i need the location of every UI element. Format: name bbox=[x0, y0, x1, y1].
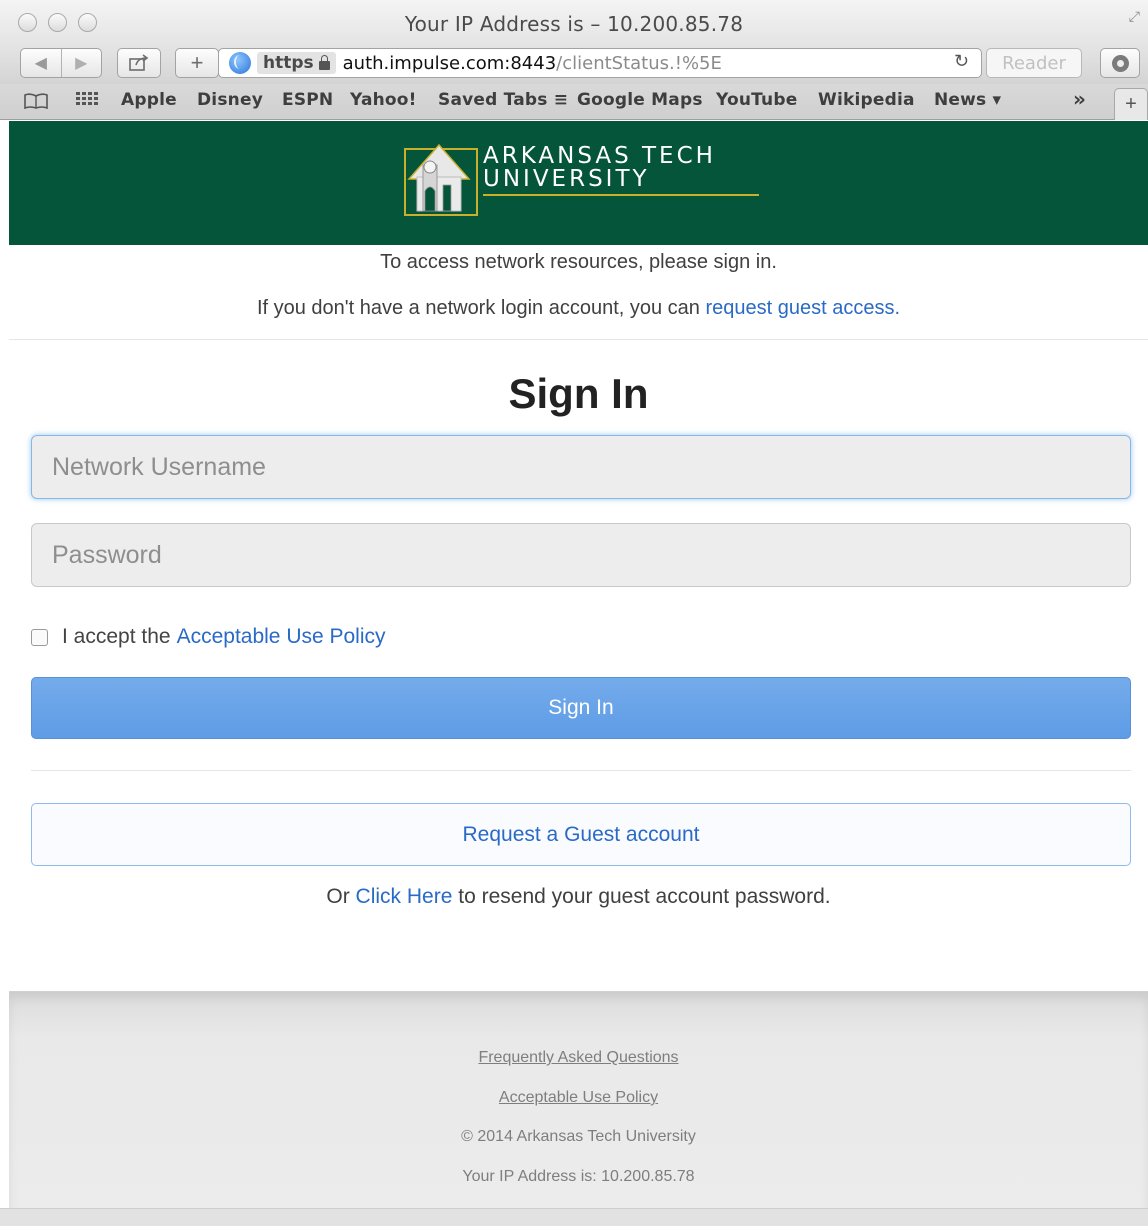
share-icon bbox=[129, 54, 149, 71]
sign-in-button[interactable]: Sign In bbox=[31, 677, 1131, 739]
reader-button[interactable]: Reader bbox=[986, 48, 1082, 78]
bookmark-apple[interactable]: Apple bbox=[121, 90, 177, 110]
acceptable-use-policy-link[interactable]: Acceptable Use Policy bbox=[177, 625, 386, 649]
bookmark-espn[interactable]: ESPN bbox=[282, 90, 333, 110]
divider bbox=[9, 339, 1148, 340]
page-footer: Frequently Asked Questions Acceptable Us… bbox=[9, 991, 1148, 1226]
bookmarks-overflow-icon[interactable]: » bbox=[1073, 87, 1086, 111]
username-input[interactable] bbox=[31, 435, 1131, 499]
accept-policy-row: I accept the Acceptable Use Policy bbox=[31, 623, 386, 651]
resend-password-text: Or Click Here to resend your guest accou… bbox=[9, 885, 1148, 909]
logo-line-1: ARKANSAS TECH bbox=[483, 143, 716, 169]
url-path: /clientStatus.!%5E bbox=[556, 52, 722, 74]
bookmarks-bar: Apple Disney ESPN Yahoo! Saved Tabs ≡ Go… bbox=[0, 84, 1148, 120]
window-title: Your IP Address is – 10.200.85.78 bbox=[404, 12, 744, 36]
footer-aup-row: Acceptable Use Policy bbox=[9, 1089, 1148, 1107]
guest-access-prefix: If you don't have a network login accoun… bbox=[256, 297, 706, 319]
url-host: auth.impulse.com:8443 bbox=[342, 52, 557, 74]
logo-wordmark: ARKANSAS TECH UNIVERSITY bbox=[483, 145, 716, 191]
password-input[interactable] bbox=[31, 523, 1131, 587]
resend-suffix: to resend your guest account password. bbox=[452, 885, 831, 908]
new-tab-button[interactable]: + bbox=[1114, 88, 1148, 120]
page-title: Sign In bbox=[508, 370, 649, 417]
logo-line-2: UNIVERSITY bbox=[483, 166, 650, 192]
bookmark-saved-tabs[interactable]: Saved Tabs ≡ bbox=[438, 90, 568, 110]
downloads-icon bbox=[1111, 54, 1129, 72]
downloads-button[interactable] bbox=[1100, 48, 1140, 78]
window-titlebar: Your IP Address is – 10.200.85.78 ⤢ bbox=[0, 0, 1148, 46]
share-button[interactable] bbox=[117, 48, 161, 78]
address-bar[interactable]: https auth.impulse.com:8443 /clientStatu… bbox=[218, 48, 982, 78]
https-label: https bbox=[263, 53, 314, 73]
intro-text: To access network resources, please sign… bbox=[380, 251, 777, 273]
accept-policy-checkbox[interactable] bbox=[31, 628, 48, 646]
back-forward-group: ◀ ▶ bbox=[20, 48, 102, 78]
forward-icon[interactable]: ▶ bbox=[61, 53, 101, 73]
lock-icon bbox=[318, 54, 330, 70]
click-here-link[interactable]: Click Here bbox=[356, 885, 453, 908]
bookmark-news[interactable]: News ▾ bbox=[934, 90, 1001, 110]
https-indicator: https bbox=[257, 52, 336, 74]
browser-toolbar: ◀ ▶ + https auth.impulse.com:8443 /clien… bbox=[0, 46, 1148, 84]
back-icon[interactable]: ◀ bbox=[21, 53, 61, 73]
top-sites-icon[interactable] bbox=[76, 92, 98, 110]
request-guest-access-link[interactable]: request guest access. bbox=[705, 297, 900, 319]
ip-address-text: Your IP Address is: 10.200.85.78 bbox=[462, 1168, 695, 1185]
add-bookmark-button[interactable]: + bbox=[175, 48, 219, 78]
bookmark-wikipedia[interactable]: Wikipedia bbox=[818, 90, 915, 110]
globe-icon bbox=[229, 52, 251, 74]
page-bottom-edge bbox=[0, 1208, 1148, 1226]
guest-access-text: If you don't have a network login accoun… bbox=[9, 297, 1148, 320]
footer-faq-row: Frequently Asked Questions bbox=[9, 1049, 1148, 1067]
request-guest-account-button[interactable]: Request a Guest account bbox=[31, 803, 1131, 866]
divider bbox=[31, 770, 1131, 771]
reload-icon[interactable]: ↻ bbox=[954, 51, 969, 72]
accept-policy-label: I accept the bbox=[62, 625, 171, 648]
bookmark-yahoo[interactable]: Yahoo! bbox=[350, 90, 417, 110]
reading-list-icon[interactable] bbox=[24, 93, 48, 109]
copyright-text: © 2014 Arkansas Tech University bbox=[461, 1128, 696, 1145]
fullscreen-icon[interactable]: ⤢ bbox=[1129, 8, 1140, 25]
bookmark-youtube[interactable]: YouTube bbox=[716, 90, 797, 110]
footer-aup-link[interactable]: Acceptable Use Policy bbox=[499, 1089, 658, 1106]
resend-prefix: Or bbox=[326, 885, 356, 908]
bookmark-google-maps[interactable]: Google Maps bbox=[577, 90, 703, 110]
bookmark-disney[interactable]: Disney bbox=[197, 90, 263, 110]
faq-link[interactable]: Frequently Asked Questions bbox=[478, 1049, 678, 1066]
